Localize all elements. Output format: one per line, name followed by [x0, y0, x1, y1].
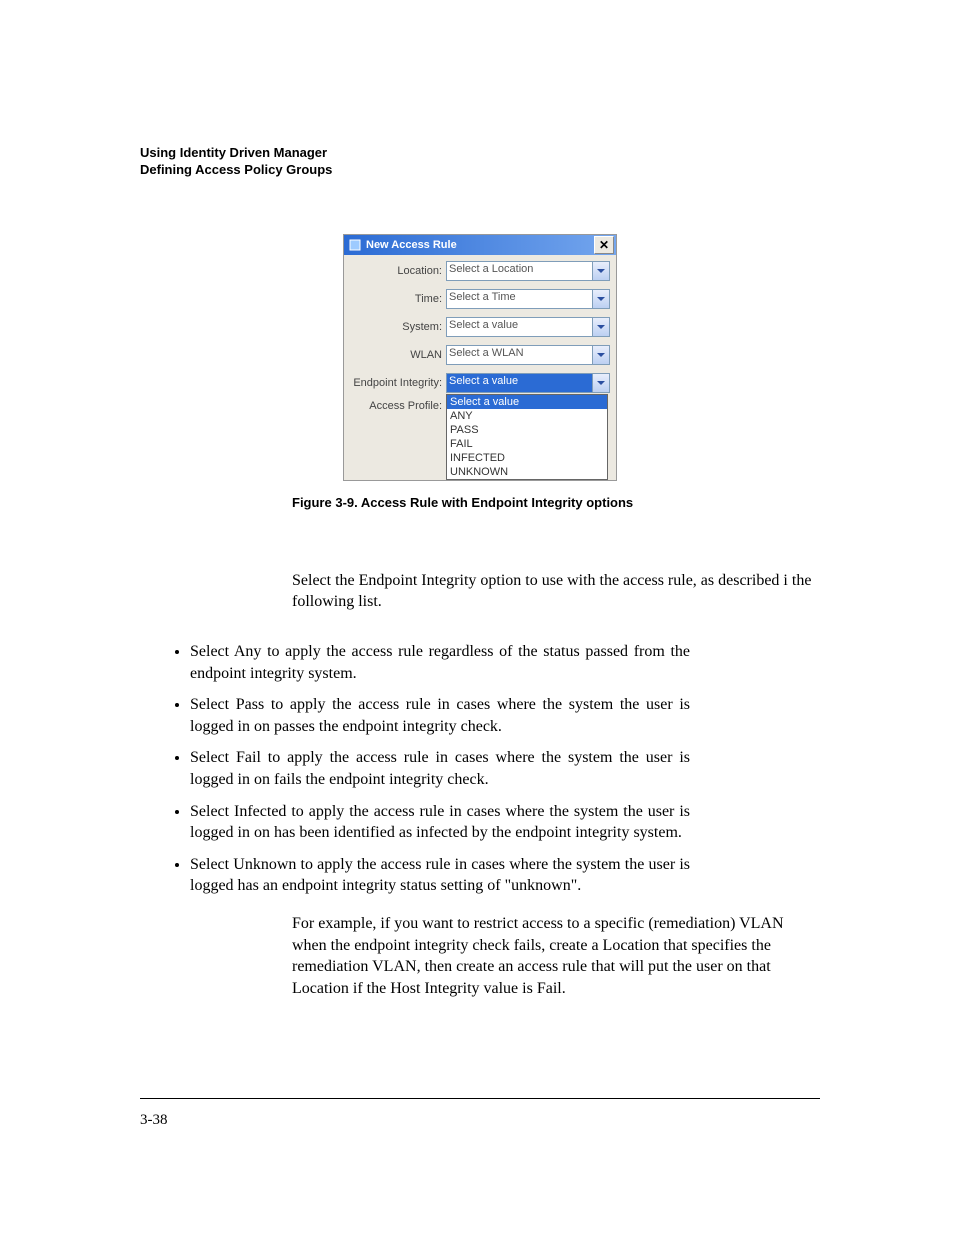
- list-item: Select Any to apply the access rule rega…: [190, 641, 690, 684]
- new-access-rule-dialog: New Access Rule ✕ Location: Select a Loc…: [343, 234, 617, 481]
- page-number: 3-38: [140, 1112, 168, 1129]
- closing-paragraph: For example, if you want to restrict acc…: [292, 913, 812, 999]
- system-row: System: Select a value: [350, 317, 610, 337]
- option-description-list: Select Any to apply the access rule rega…: [140, 641, 690, 897]
- close-button[interactable]: ✕: [594, 236, 614, 254]
- system-dropdown[interactable]: Select a value: [446, 317, 610, 337]
- dialog-form: Location: Select a Location Time: Select…: [344, 255, 616, 480]
- time-value: Select a Time: [447, 290, 592, 308]
- time-row: Time: Select a Time: [350, 289, 610, 309]
- intro-paragraph: Select the Endpoint Integrity option to …: [292, 570, 822, 613]
- running-head: Using Identity Driven Manager Defining A…: [140, 145, 820, 179]
- time-dropdown[interactable]: Select a Time: [446, 289, 610, 309]
- endpoint-integrity-value: Select a value: [447, 374, 592, 392]
- chevron-down-icon[interactable]: [592, 290, 609, 308]
- wlan-value: Select a WLAN: [447, 346, 592, 364]
- access-profile-label: Access Profile:: [350, 394, 446, 480]
- list-item: Select Fail to apply the access rule in …: [190, 747, 690, 790]
- option-unknown[interactable]: UNKNOWN: [447, 465, 607, 479]
- chevron-down-icon[interactable]: [592, 318, 609, 336]
- close-icon: ✕: [599, 239, 609, 251]
- system-label: System:: [350, 321, 446, 333]
- chevron-down-icon[interactable]: [592, 374, 609, 392]
- option-any[interactable]: ANY: [447, 409, 607, 423]
- chevron-down-icon[interactable]: [592, 346, 609, 364]
- endpoint-integrity-dropdown[interactable]: Select a value: [446, 373, 610, 393]
- wlan-row: WLAN Select a WLAN: [350, 345, 610, 365]
- system-value: Select a value: [447, 318, 592, 336]
- page-content: Using Identity Driven Manager Defining A…: [140, 145, 820, 999]
- list-item: Select Infected to apply the access rule…: [190, 801, 690, 844]
- chevron-down-icon[interactable]: [592, 262, 609, 280]
- running-head-line2: Defining Access Policy Groups: [140, 162, 820, 179]
- time-label: Time:: [350, 293, 446, 305]
- footer-rule: [140, 1098, 820, 1099]
- option-pass[interactable]: PASS: [447, 423, 607, 437]
- option-infected[interactable]: INFECTED: [447, 451, 607, 465]
- location-label: Location:: [350, 265, 446, 277]
- running-head-line1: Using Identity Driven Manager: [140, 145, 820, 162]
- location-dropdown[interactable]: Select a Location: [446, 261, 610, 281]
- wlan-label: WLAN: [350, 349, 446, 361]
- list-item: Select Unknown to apply the access rule …: [190, 854, 690, 897]
- dialog-title: New Access Rule: [366, 239, 457, 251]
- endpoint-integrity-label: Endpoint Integrity:: [350, 377, 446, 389]
- endpoint-integrity-options-list[interactable]: Select a value ANY PASS FAIL INFECTED UN…: [446, 394, 608, 480]
- location-value: Select a Location: [447, 262, 592, 280]
- endpoint-integrity-row: Endpoint Integrity: Select a value: [350, 373, 610, 393]
- list-item: Select Pass to apply the access rule in …: [190, 694, 690, 737]
- location-row: Location: Select a Location: [350, 261, 610, 281]
- figure-caption: Figure 3-9. Access Rule with Endpoint In…: [292, 495, 820, 510]
- dialog-titlebar: New Access Rule ✕: [344, 235, 616, 255]
- wlan-dropdown[interactable]: Select a WLAN: [446, 345, 610, 365]
- option-fail[interactable]: FAIL: [447, 437, 607, 451]
- option-select-a-value[interactable]: Select a value: [447, 395, 607, 409]
- access-profile-row: Access Profile: Select a value ANY PASS …: [350, 394, 610, 480]
- app-icon: [348, 238, 362, 252]
